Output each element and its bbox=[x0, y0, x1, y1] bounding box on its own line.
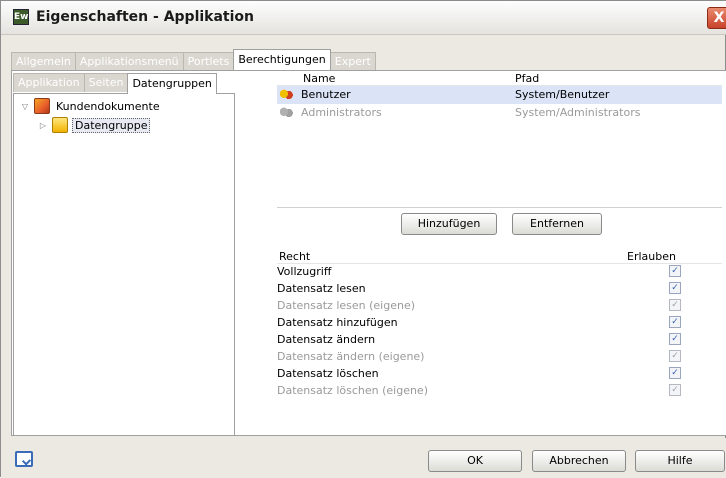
divider bbox=[277, 207, 722, 208]
ok-button[interactable]: OK bbox=[428, 450, 522, 472]
right-row: Datensatz hinzufügen ✓ bbox=[277, 315, 722, 332]
close-button[interactable]: X bbox=[707, 7, 726, 29]
tree-node-root[interactable]: ▽ Kundendokumente bbox=[20, 97, 162, 115]
user-name: Benutzer bbox=[301, 88, 351, 101]
right-label: Datensatz lesen (eigene) bbox=[277, 299, 416, 312]
right-label: Datensatz ändern bbox=[277, 333, 376, 346]
right-label: Datensatz löschen (eigene) bbox=[277, 384, 428, 397]
title-bar: Ew Eigenschaften - Applikation X bbox=[1, 1, 726, 35]
users-header: Name Pfad bbox=[277, 72, 722, 86]
group-icon bbox=[279, 89, 293, 101]
tab-datengruppen[interactable]: Datengruppen bbox=[127, 73, 217, 94]
right-label: Datensatz ändern (eigene) bbox=[277, 350, 425, 363]
object-tabs: Applikation Seiten Datengruppen bbox=[13, 73, 217, 94]
allow-checkbox[interactable]: ✓ bbox=[669, 367, 681, 379]
right-label: Vollzugriff bbox=[277, 265, 332, 278]
app-icon: Ew bbox=[13, 9, 29, 25]
remove-button-label: Entfernen bbox=[530, 217, 584, 230]
remove-button[interactable]: Entfernen bbox=[512, 213, 602, 235]
right-label: Datensatz löschen bbox=[277, 367, 379, 380]
tab-expert[interactable]: Expert bbox=[329, 52, 376, 70]
user-path: System/Administrators bbox=[515, 106, 641, 119]
right-row: Datensatz löschen ✓ bbox=[277, 366, 722, 383]
tree-node-label: Kundendokumente bbox=[56, 99, 160, 113]
document-folder-icon bbox=[34, 98, 50, 114]
user-name: Administrators bbox=[301, 106, 382, 119]
collapse-arrow-icon[interactable]: ▽ bbox=[20, 102, 30, 111]
right-row: Datensatz lesen ✓ bbox=[277, 281, 722, 298]
properties-dialog: Ew Eigenschaften - Applikation X Allgeme… bbox=[0, 0, 726, 478]
tree-node-child[interactable]: ▷ Datengruppe bbox=[38, 116, 151, 134]
cancel-button[interactable]: Abbrechen bbox=[532, 450, 626, 472]
allow-checkbox[interactable]: ✓ bbox=[669, 316, 681, 328]
tab-seiten[interactable]: Seiten bbox=[83, 73, 129, 92]
user-row[interactable]: Benutzer System/Benutzer bbox=[277, 86, 722, 104]
right-row: Datensatz lesen (eigene) ✓ bbox=[277, 298, 722, 315]
right-label: Datensatz hinzufügen bbox=[277, 316, 398, 329]
add-button[interactable]: Hinzufügen bbox=[401, 213, 497, 235]
path-column-header[interactable]: Pfad bbox=[515, 72, 539, 85]
help-button[interactable]: Hilfe bbox=[635, 450, 725, 472]
allow-checkbox[interactable]: ✓ bbox=[669, 384, 681, 396]
datagroup-icon bbox=[52, 117, 68, 133]
tab-applikation[interactable]: Applikation bbox=[13, 73, 85, 92]
allow-checkbox[interactable]: ✓ bbox=[669, 299, 681, 311]
allow-checkbox[interactable]: ✓ bbox=[669, 333, 681, 345]
group-icon bbox=[279, 107, 293, 119]
tab-portlets[interactable]: Portlets bbox=[182, 52, 235, 70]
window-title: Eigenschaften - Applikation bbox=[36, 9, 255, 25]
allow-checkbox[interactable]: ✓ bbox=[669, 282, 681, 294]
right-row: Datensatz ändern ✓ bbox=[277, 332, 722, 349]
object-tree: ▽ Kundendokumente ▷ Datengruppe bbox=[13, 93, 235, 436]
add-button-label: Hinzufügen bbox=[417, 217, 481, 230]
main-tabs: Allgemein Applikationsmenü Portlets Bere… bbox=[11, 49, 376, 70]
rights-header: Recht Erlauben bbox=[277, 250, 722, 264]
right-label: Datensatz lesen bbox=[277, 282, 366, 295]
allow-column-header[interactable]: Erlauben bbox=[627, 250, 676, 263]
right-row: Datensatz ändern (eigene) ✓ bbox=[277, 349, 722, 366]
tab-allgemein[interactable]: Allgemein bbox=[11, 52, 76, 70]
allow-checkbox[interactable]: ✓ bbox=[669, 265, 681, 277]
tab-berechtigungen[interactable]: Berechtigungen bbox=[233, 49, 331, 70]
right-row: Datensatz löschen (eigene) ✓ bbox=[277, 383, 722, 400]
tab-applikationsmenue[interactable]: Applikationsmenü bbox=[74, 52, 184, 70]
right-column-header[interactable]: Recht bbox=[279, 250, 310, 263]
user-path: System/Benutzer bbox=[515, 88, 610, 101]
right-row: Vollzugriff ✓ bbox=[277, 264, 722, 281]
apply-icon[interactable] bbox=[15, 451, 33, 467]
tree-node-label: Datengruppe bbox=[72, 117, 151, 133]
name-column-header[interactable]: Name bbox=[303, 72, 335, 85]
allow-checkbox[interactable]: ✓ bbox=[669, 350, 681, 362]
user-row[interactable]: Administrators System/Administrators bbox=[277, 104, 722, 122]
expand-arrow-icon[interactable]: ▷ bbox=[38, 121, 48, 130]
